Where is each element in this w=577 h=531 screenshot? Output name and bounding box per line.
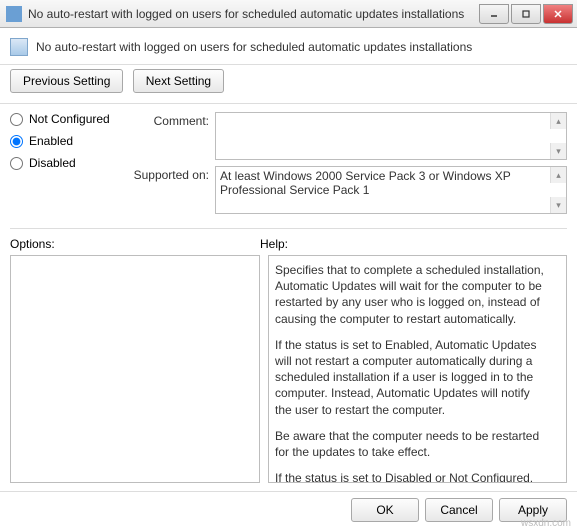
options-label: Options: [10,237,260,251]
config-area: Not Configured Enabled Disabled Comment:… [0,104,577,224]
dialog-footer: OK Cancel Apply [0,491,577,528]
comment-label: Comment: [130,112,215,128]
supported-row: Supported on: At least Windows 2000 Serv… [130,166,567,214]
header-row: No auto-restart with logged on users for… [0,28,577,65]
policy-icon [10,38,28,56]
help-paragraph: Be aware that the computer needs to be r… [275,428,548,460]
comment-textarea[interactable]: ▴ ▾ [215,112,567,160]
help-paragraph: If the status is set to Enabled, Automat… [275,337,548,418]
radio-not-configured-input[interactable] [10,113,23,126]
nav-buttons: Previous Setting Next Setting [0,65,577,104]
radio-not-configured-label: Not Configured [29,112,110,126]
app-icon [6,6,22,22]
policy-heading: No auto-restart with logged on users for… [36,40,472,54]
panels: Specifies that to complete a scheduled i… [0,255,577,489]
window-controls [477,4,573,24]
maximize-button[interactable] [511,4,541,24]
minimize-button[interactable] [479,4,509,24]
supported-on-box: At least Windows 2000 Service Pack 3 or … [215,166,567,214]
previous-setting-button[interactable]: Previous Setting [10,69,123,93]
help-paragraph: If the status is set to Disabled or Not … [275,470,548,483]
radio-disabled-input[interactable] [10,157,23,170]
supported-label: Supported on: [130,166,215,182]
state-radio-group: Not Configured Enabled Disabled [10,112,130,220]
close-button[interactable] [543,4,573,24]
radio-enabled-label: Enabled [29,134,73,148]
radio-enabled[interactable]: Enabled [10,134,130,148]
scroll-down-icon[interactable]: ▾ [550,143,566,159]
help-label: Help: [260,237,567,251]
window-title: No auto-restart with logged on users for… [28,7,477,21]
radio-disabled-label: Disabled [29,156,76,170]
comment-row: Comment: ▴ ▾ [130,112,567,160]
radio-not-configured[interactable]: Not Configured [10,112,130,126]
cancel-button[interactable]: Cancel [425,498,493,522]
supported-on-value: At least Windows 2000 Service Pack 3 or … [220,169,511,197]
options-panel [10,255,260,483]
watermark: wsxdn.com [521,518,571,529]
window-titlebar: No auto-restart with logged on users for… [0,0,577,28]
section-labels: Options: Help: [0,233,577,255]
scroll-down-icon[interactable]: ▾ [550,197,566,213]
radio-disabled[interactable]: Disabled [10,156,130,170]
next-setting-button[interactable]: Next Setting [133,69,224,93]
config-fields: Comment: ▴ ▾ Supported on: At least Wind… [130,112,567,220]
scroll-up-icon[interactable]: ▴ [550,167,566,183]
help-paragraph: Specifies that to complete a scheduled i… [275,262,548,327]
ok-button[interactable]: OK [351,498,419,522]
help-panel[interactable]: Specifies that to complete a scheduled i… [268,255,567,483]
separator [10,228,567,229]
radio-enabled-input[interactable] [10,135,23,148]
scroll-up-icon[interactable]: ▴ [550,113,566,129]
